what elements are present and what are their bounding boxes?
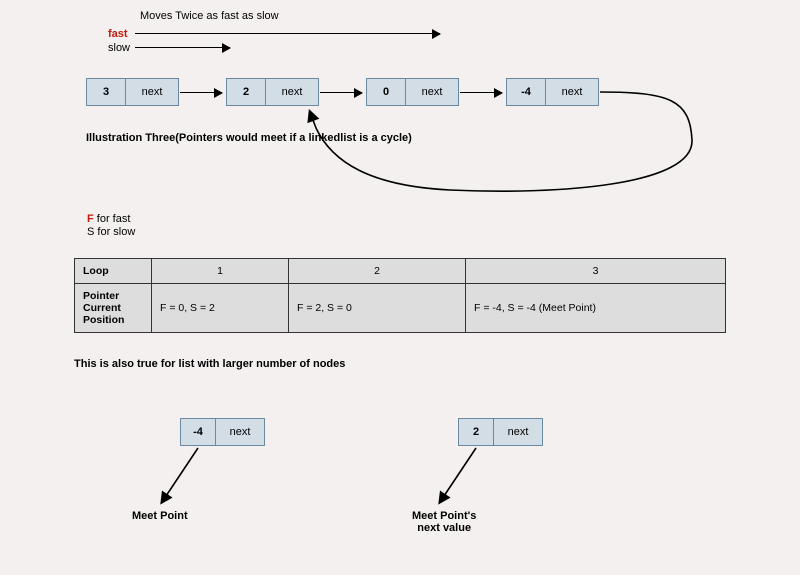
arrow-2-3 <box>460 92 502 93</box>
node-3: -4 next <box>506 78 599 106</box>
table-row2-label: Pointer Current Position <box>75 284 152 333</box>
slow-label: slow <box>108 42 130 54</box>
table-col-3: 3 <box>466 259 726 284</box>
diagram-canvas: Moves Twice as fast as slow fast slow 3 … <box>0 0 800 575</box>
node-1-value: 2 <box>227 79 266 105</box>
node-1: 2 next <box>226 78 319 106</box>
node-3-next: next <box>546 79 598 105</box>
table-cell-1: F = 0, S = 2 <box>152 284 289 333</box>
table-col-2: 2 <box>289 259 466 284</box>
illustration-caption: Illustration Three(Pointers would meet i… <box>86 132 412 144</box>
node-2-next: next <box>406 79 458 105</box>
meet-next-node-next: next <box>494 419 542 445</box>
slow-arrow <box>135 47 230 48</box>
meet-node-value: -4 <box>181 419 216 445</box>
meet-next-node: 2 next <box>458 418 543 446</box>
node-1-next: next <box>266 79 318 105</box>
meet-point-caption: Meet Point <box>132 510 188 522</box>
arrow-0-1 <box>180 92 222 93</box>
fast-label: fast <box>108 28 128 40</box>
table-cell-3: F = -4, S = -4 (Meet Point) <box>466 284 726 333</box>
legend-s: S for slow <box>87 226 135 238</box>
meet-point-next-l2: next value <box>417 522 471 534</box>
table-row1-label: Loop <box>75 259 152 284</box>
footer-note: This is also true for list with larger n… <box>74 358 345 370</box>
iteration-table: Loop 1 2 3 Pointer Current Position F = … <box>74 258 726 333</box>
node-2: 0 next <box>366 78 459 106</box>
fast-arrow <box>135 33 440 34</box>
node-0-next: next <box>126 79 178 105</box>
moves-twice-label: Moves Twice as fast as slow <box>140 10 279 22</box>
table-col-1: 1 <box>152 259 289 284</box>
meet-node-next: next <box>216 419 264 445</box>
meet-point-next-l1: Meet Point's <box>412 510 476 522</box>
arrow-1-2 <box>320 92 362 93</box>
table-cell-2: F = 2, S = 0 <box>289 284 466 333</box>
node-2-value: 0 <box>367 79 406 105</box>
legend-f-rest: for fast <box>94 213 131 225</box>
node-3-value: -4 <box>507 79 546 105</box>
meet-node: -4 next <box>180 418 265 446</box>
meet-point-next-caption: Meet Point's next value <box>412 510 476 534</box>
legend-f-letter: F <box>87 213 94 225</box>
node-0: 3 next <box>86 78 179 106</box>
meet-next-node-value: 2 <box>459 419 494 445</box>
legend-f: F for fast <box>87 213 130 225</box>
node-0-value: 3 <box>87 79 126 105</box>
